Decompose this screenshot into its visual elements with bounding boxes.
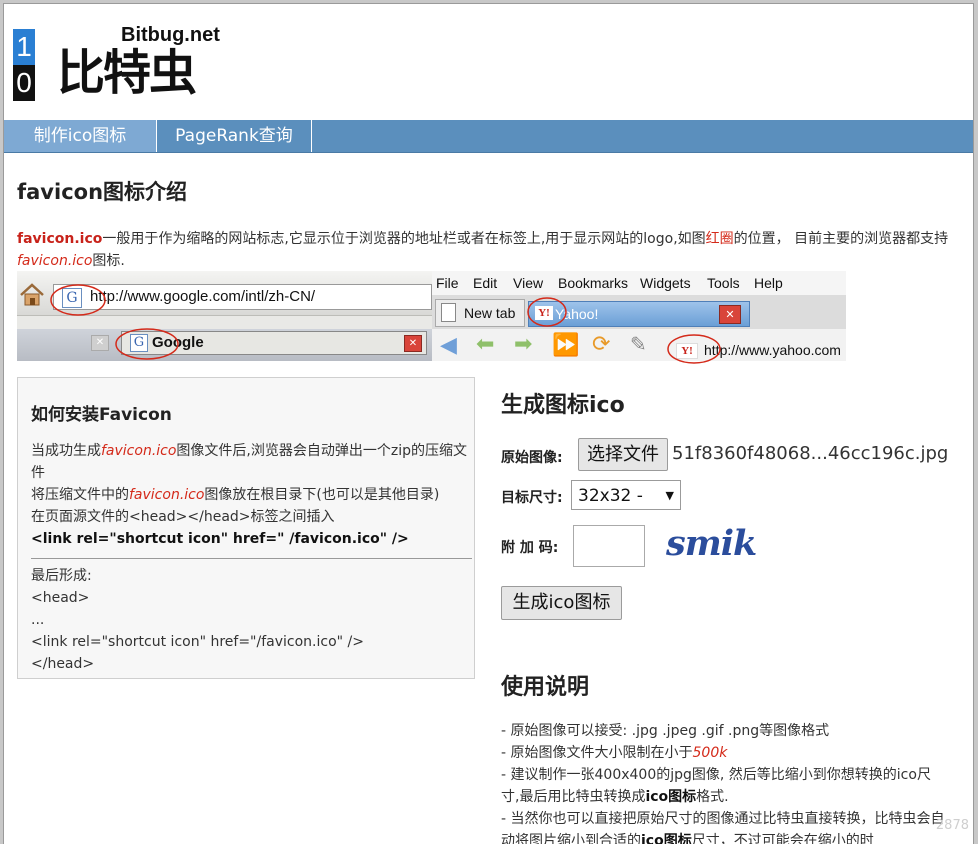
choose-file-button[interactable]: 选择文件 xyxy=(578,438,668,471)
install-line-2a: 将压缩文件中的 xyxy=(31,487,129,503)
tab-close-icon: ✕ xyxy=(404,335,422,352)
intro-term-italic: favicon.ico xyxy=(17,253,93,269)
intro-highlight: 红圈 xyxy=(705,231,734,247)
site-logo[interactable]: 1 0 Bitbug.net 比特虫 xyxy=(13,24,233,104)
tab-close-inactive-icon: ✕ xyxy=(91,335,109,351)
install-line-6: <head> xyxy=(31,590,90,606)
demo-left-url: http://www.google.com/intl/zh-CN/ xyxy=(90,288,316,305)
menu-help: Help xyxy=(754,275,783,291)
selected-filename: 51f8360f48068...46cc196c.jpg xyxy=(672,443,949,464)
install-line-1b: favicon.ico xyxy=(101,443,177,459)
usage-line-2b: 500k xyxy=(692,745,728,761)
install-line-2b: favicon.ico xyxy=(129,487,205,503)
page-icon xyxy=(441,303,456,322)
menu-bookmarks: Bookmarks xyxy=(558,275,629,291)
generator-title: 生成图标ico xyxy=(501,393,625,418)
intro-text-2: 的位置， 目前主要的浏览器都支持 xyxy=(733,231,949,247)
target-size-value: 32x32 - xyxy=(578,486,643,506)
target-size-select[interactable]: 32x32 - ▼ xyxy=(571,480,681,510)
menu-file: File xyxy=(436,275,459,291)
nav-item-make-ico[interactable]: 制作ico图标 xyxy=(4,120,157,152)
usage-line-3: - 建议制作一张400x400的jpg图像, 然后等比缩小到你想转换的ico尺寸… xyxy=(501,764,946,808)
install-body: 当成功生成favicon.ico图像文件后,浏览器会自动弹出一个zip的压缩文件… xyxy=(31,440,472,675)
red-circle-icon xyxy=(667,334,721,364)
usage-text: - 原始图像可以接受: .jpg .jpeg .gif .png等图像格式 - … xyxy=(501,720,946,844)
menu-widgets: Widgets xyxy=(640,275,691,291)
fast-forward-icon: ⏩ xyxy=(552,333,580,358)
target-size-label: 目标尺寸: xyxy=(501,490,563,506)
usage-line-4: - 当然你也可以直接把原始尺寸的图像通过比特虫直接转换，比特虫会自动将图片缩小到… xyxy=(501,808,946,844)
usage-line-3c: 格式. xyxy=(696,789,729,805)
install-line-5: 最后形成: xyxy=(31,568,92,584)
source-image-label: 原始图像: xyxy=(501,450,563,466)
intro-text-3: 图标. xyxy=(92,253,125,269)
page: 1 0 Bitbug.net 比特虫 制作ico图标 PageRank查询 fa… xyxy=(3,3,974,844)
install-line-1: 当成功生成favicon.ico图像文件后,浏览器会自动弹出一个zip的压缩文件 xyxy=(31,440,471,484)
forward-green-icon: ➡ xyxy=(514,332,533,357)
red-circle-icon xyxy=(50,284,106,316)
usage-line-2: - 原始图像文件大小限制在小于500k xyxy=(501,742,946,764)
install-title: 如何安装Favicon xyxy=(31,405,172,425)
chevron-down-icon: ▼ xyxy=(665,489,674,502)
menu-view: View xyxy=(513,275,544,291)
usage-title: 使用说明 xyxy=(501,675,590,700)
generate-ico-button[interactable]: 生成ico图标 xyxy=(501,586,622,620)
usage-line-1: - 原始图像可以接受: .jpg .jpeg .gif .png等图像格式 xyxy=(501,723,830,739)
install-line-3: 在页面源文件的<head></head>标签之间插入 xyxy=(31,509,335,525)
usage-line-4b: ico图标 xyxy=(641,833,692,844)
main-nav: 制作ico图标 PageRank查询 xyxy=(4,120,973,153)
logo-digit-top: 1 xyxy=(13,29,35,65)
demo-address-bar: G http://www.google.com/intl/zh-CN/ xyxy=(53,284,432,310)
demo-menu-bar: File Edit View Bookmarks Widgets Tools H… xyxy=(432,271,846,295)
install-line-8: <link rel="shortcut icon" href="/favicon… xyxy=(31,634,364,650)
install-line-9: </head> xyxy=(31,656,95,672)
install-line-2c: 图像放在根目录下(也可以是其他目录) xyxy=(204,487,440,503)
red-circle-icon xyxy=(527,297,567,327)
demo-new-tab-label: New tab xyxy=(464,305,516,321)
demo-opera: File Edit View Bookmarks Widgets Tools H… xyxy=(432,271,846,364)
install-line-1a: 当成功生成 xyxy=(31,443,101,459)
watermark: 2878 xyxy=(935,818,969,833)
demo-new-tab: New tab xyxy=(435,299,525,327)
favicon-demo-image: G http://www.google.com/intl/zh-CN/ ✕ G … xyxy=(17,271,846,364)
tab-close-icon: ✕ xyxy=(719,305,741,324)
intro-term: favicon.ico xyxy=(17,231,103,247)
edit-pen-icon: ✎ xyxy=(630,332,647,356)
back-icon: ◀ xyxy=(440,333,457,358)
install-line-2: 将压缩文件中的favicon.ico图像放在根目录下(也可以是其他目录) xyxy=(31,484,471,506)
menu-edit: Edit xyxy=(473,275,498,291)
reload-icon: ⟳ xyxy=(592,332,611,357)
intro-text: favicon.ico一般用于作为缩略的网站标志,它显示位于浏览器的地址栏或者在… xyxy=(17,228,962,272)
captcha-input[interactable] xyxy=(573,525,645,567)
usage-line-3b: ico图标 xyxy=(645,789,697,805)
usage-line-4c: 尺寸，不过可能会在缩小的时 xyxy=(691,833,874,844)
red-circle-icon xyxy=(115,328,179,360)
menu-tools: Tools xyxy=(707,275,740,291)
intro-title: favicon图标介绍 xyxy=(17,180,188,204)
divider xyxy=(31,558,472,559)
captcha-label: 附 加 码: xyxy=(501,540,559,556)
home-icon xyxy=(20,283,44,306)
demo-firefox: G http://www.google.com/intl/zh-CN/ ✕ G … xyxy=(17,271,432,361)
install-favicon-box: 如何安装Favicon 当成功生成favicon.ico图像文件后,浏览器会自动… xyxy=(17,377,475,679)
demo-right-url: http://www.yahoo.com xyxy=(704,342,841,358)
install-code-line: <link rel="shortcut icon" href=" /favico… xyxy=(31,531,409,547)
nav-item-pagerank[interactable]: PageRank查询 xyxy=(157,120,312,152)
intro-text-1: 一般用于作为缩略的网站标志,它显示位于浏览器的地址栏或者在标签上,用于显示网站的… xyxy=(102,231,706,247)
captcha-image[interactable]: smik xyxy=(666,523,757,564)
logo-brand-cn: 比特虫 xyxy=(57,45,197,101)
back-green-icon: ⬅ xyxy=(476,332,495,357)
usage-line-2a: - 原始图像文件大小限制在小于 xyxy=(501,745,693,761)
logo-digit-bottom: 0 xyxy=(13,65,35,101)
install-line-7: ... xyxy=(31,612,45,628)
